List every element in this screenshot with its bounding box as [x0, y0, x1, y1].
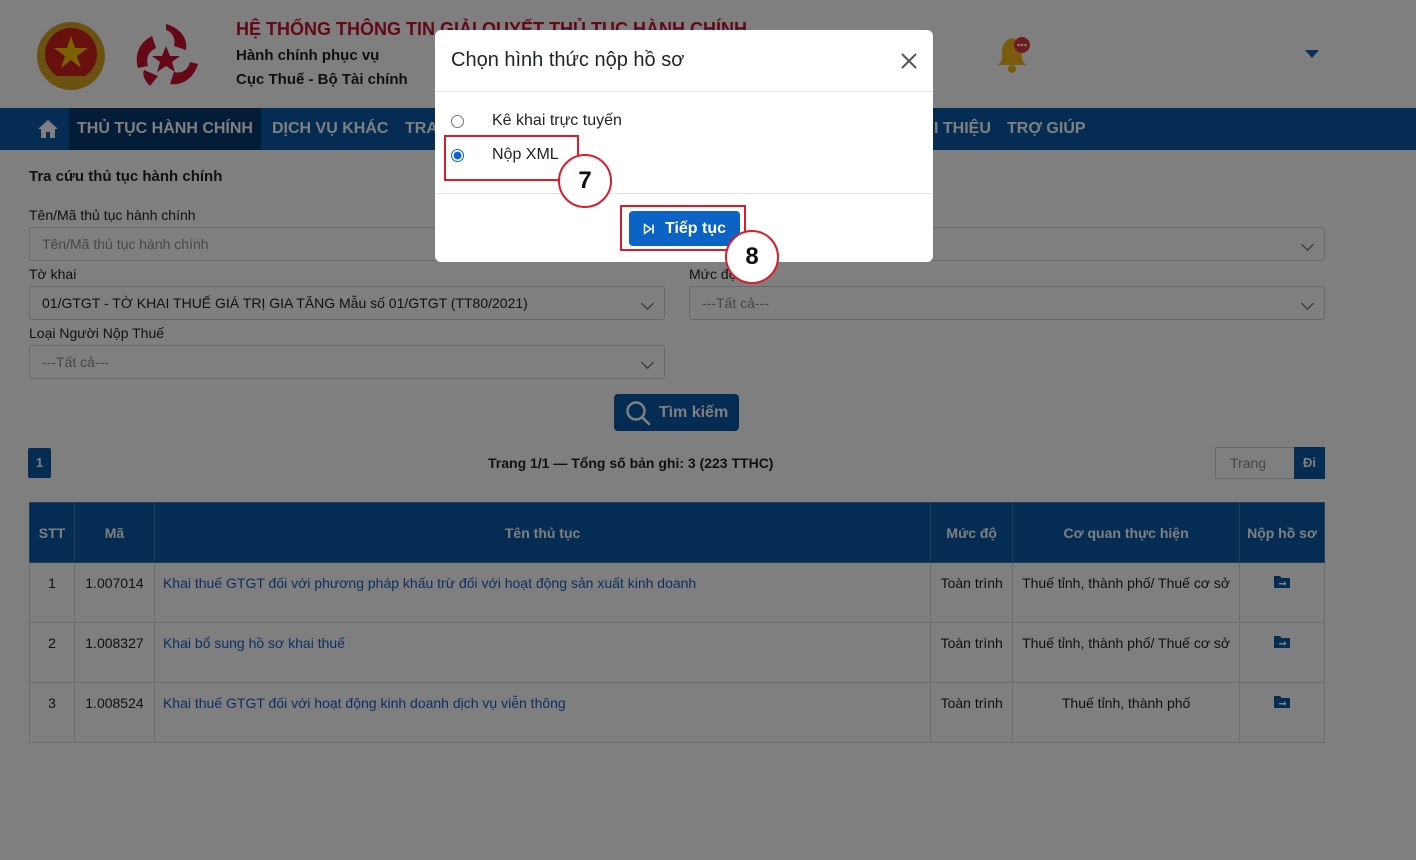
modal-header: Chọn hình thức nộp hồ sơ — [435, 30, 933, 92]
annotation-step-8-badge: 8 — [725, 230, 779, 284]
modal-title: Chọn hình thức nộp hồ sơ — [451, 49, 685, 71]
online-radio[interactable] — [451, 114, 464, 128]
annotation-step-7-badge: 7 — [558, 154, 612, 208]
close-icon[interactable] — [899, 51, 919, 71]
option-online-label: Kê khai trực tuyến — [492, 112, 622, 129]
option-online[interactable]: Kê khai trực tuyến — [451, 110, 622, 132]
